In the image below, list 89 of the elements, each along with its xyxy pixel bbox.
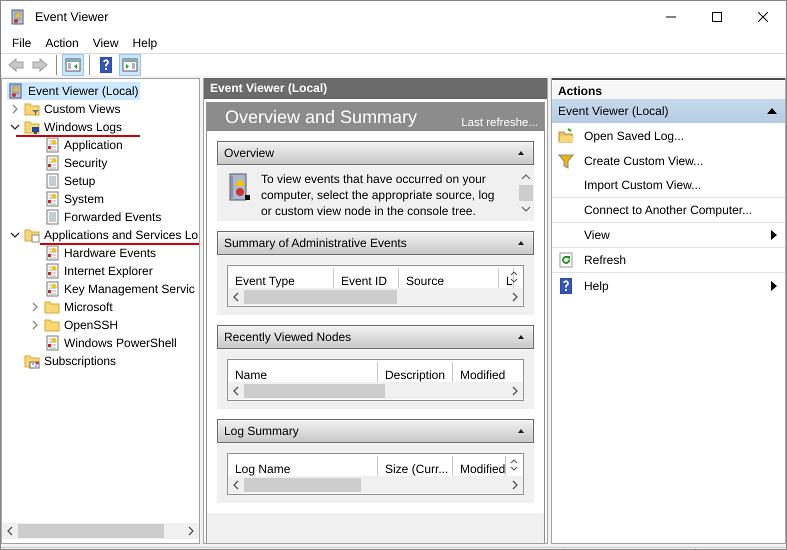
chevron-left-icon[interactable] <box>232 292 240 302</box>
chevron-right-icon[interactable] <box>511 480 519 490</box>
pane-command[interactable]: Import Custom View... <box>552 173 785 198</box>
horizontal-scrollbar[interactable] <box>228 288 523 305</box>
folder-icon <box>44 317 60 333</box>
tree-item[interactable]: Microsoft <box>43 298 114 316</box>
log-icon <box>44 155 60 171</box>
folder-icon <box>24 119 40 135</box>
tree-item[interactable]: Security <box>43 154 108 172</box>
pane-command[interactable]: Help <box>552 273 785 298</box>
maximize-icon[interactable] <box>712 12 722 22</box>
help-icon <box>558 278 574 294</box>
pane-command[interactable]: Refresh <box>552 248 785 273</box>
collapse-icon <box>517 334 525 340</box>
tree-item[interactable]: Custom Views <box>23 100 122 118</box>
tree-item[interactable]: Application <box>43 136 124 154</box>
collapse-icon <box>767 108 777 114</box>
log-icon <box>44 263 60 279</box>
chevron-right-icon[interactable] <box>187 526 195 536</box>
section-header[interactable]: Log Summary <box>217 419 534 443</box>
tree-item[interactable]: Event Viewer (Local) <box>7 82 140 100</box>
list-icon <box>44 173 60 189</box>
chevron-down-icon[interactable] <box>521 205 531 213</box>
menu-item[interactable]: View <box>86 33 126 53</box>
log-icon <box>44 137 60 153</box>
log-icon <box>44 245 60 261</box>
pane-command[interactable]: View <box>552 223 785 248</box>
book-icon <box>8 83 24 99</box>
close-icon[interactable] <box>758 12 768 22</box>
folder-icon <box>24 353 40 369</box>
scroll-arrows-icon <box>509 270 519 284</box>
chevron-up-icon[interactable] <box>521 173 531 181</box>
overview-text: To view events that have occurred on your computer, select the appropriate source, log or custom view node in the console tree. <box>261 171 496 220</box>
folder-icon <box>44 299 60 315</box>
folder-icon <box>558 128 574 144</box>
menu-item[interactable]: File <box>5 33 38 53</box>
collapse-icon <box>517 150 525 156</box>
tree-item[interactable]: Subscriptions <box>23 352 118 370</box>
log-icon <box>44 191 60 207</box>
section-header[interactable]: Overview <box>217 141 534 165</box>
log-icon <box>44 281 60 297</box>
refresh-note: Last refreshe... <box>461 117 538 129</box>
chevron-left-icon[interactable] <box>6 526 14 536</box>
column-header[interactable]: Modified <box>453 362 523 382</box>
filter-icon <box>558 152 574 168</box>
scrollbar-thumb[interactable] <box>244 290 397 304</box>
submenu-arrow-icon <box>771 280 777 290</box>
chevron-left-icon[interactable] <box>232 480 240 490</box>
event-log-icon <box>229 173 251 203</box>
pane-command[interactable]: Connect to Another Computer... <box>552 198 785 223</box>
scrollbar-thumb[interactable] <box>244 384 385 398</box>
horizontal-scrollbar[interactable] <box>228 476 523 493</box>
chevron-right-icon[interactable] <box>511 292 519 302</box>
tree-item[interactable]: System <box>43 190 106 208</box>
folder-icon <box>24 227 40 243</box>
list-icon <box>44 209 60 225</box>
scrollbar-thumb[interactable] <box>244 478 361 492</box>
tree-item[interactable]: Internet Explorer <box>43 262 154 280</box>
horizontal-scrollbar[interactable] <box>2 523 199 539</box>
submenu-arrow-icon <box>771 230 777 240</box>
folder-icon <box>24 101 40 117</box>
pane-command[interactable]: Create Custom View... <box>552 148 785 173</box>
chevron-right-icon[interactable] <box>511 386 519 396</box>
window-title: Event Viewer <box>35 10 108 24</box>
book-icon <box>10 9 26 25</box>
section-header[interactable]: Recently Viewed Nodes <box>217 325 534 349</box>
refresh-icon <box>558 252 574 268</box>
tree-item[interactable]: Forwarded Events <box>43 208 162 226</box>
section-header[interactable]: Summary of Administrative Events <box>217 231 534 255</box>
actions-header: Actions <box>552 78 785 99</box>
tree-item[interactable]: Hardware Events <box>43 244 158 262</box>
tree-item[interactable]: Setup <box>43 172 96 190</box>
actions-group-header[interactable]: Event Viewer (Local) <box>552 99 785 123</box>
page-title: Overview and Summary <box>225 106 418 129</box>
chevron-left-icon[interactable] <box>232 386 240 396</box>
scrollbar-thumb[interactable] <box>18 524 164 538</box>
menu-item[interactable]: Action <box>38 33 86 53</box>
pane-header: Event Viewer (Local) <box>204 78 547 99</box>
menu-item[interactable]: Help <box>126 33 164 53</box>
collapse-icon <box>517 240 525 246</box>
pane-command[interactable]: Open Saved Log... <box>552 123 785 148</box>
collapse-icon <box>517 428 525 434</box>
scroll-arrows-icon <box>509 458 519 472</box>
scrollbar-thumb[interactable] <box>519 185 533 201</box>
tree-item[interactable]: Windows PowerShell <box>43 334 178 352</box>
horizontal-scrollbar[interactable] <box>228 382 523 399</box>
tree-item[interactable]: Key Management Servic <box>43 280 196 298</box>
tree-item[interactable]: OpenSSH <box>43 316 120 334</box>
log-icon <box>44 335 60 351</box>
